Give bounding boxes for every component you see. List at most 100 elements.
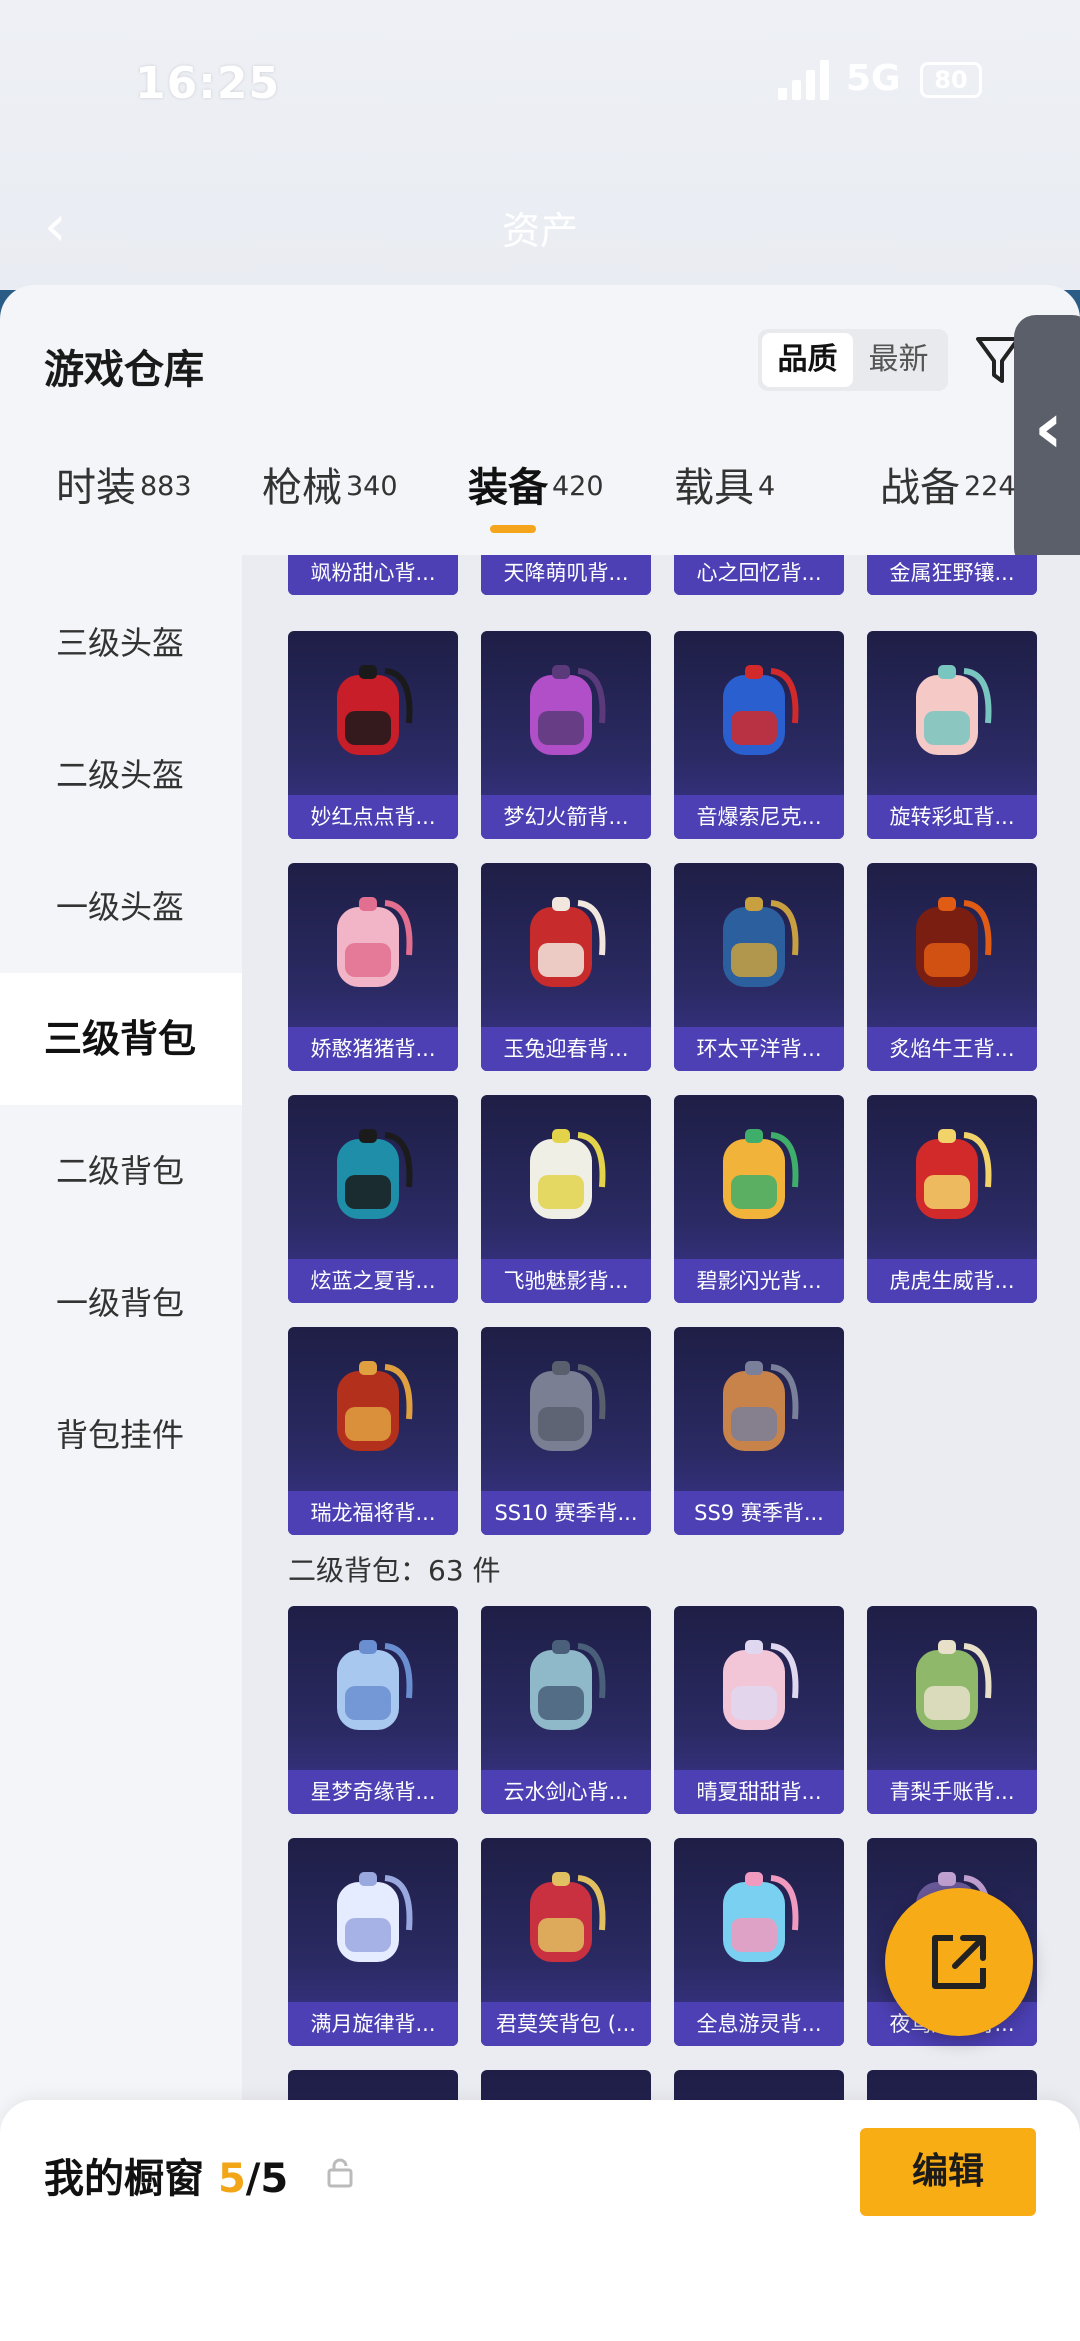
lock-icon[interactable]	[326, 2158, 354, 2188]
item-card[interactable]: 炫蓝之夏背...	[288, 1095, 458, 1303]
backpack-icon	[723, 897, 799, 987]
item-card[interactable]: 玉兔迎春背...	[481, 863, 651, 1071]
status-time: 16:25	[135, 58, 281, 109]
item-name: SS9 赛季背...	[674, 1491, 844, 1535]
item-name: 满月旋律背...	[288, 2002, 458, 2046]
tab-guns[interactable]: 枪械 340	[262, 455, 398, 545]
item-card[interactable]: 虎虎生威背...	[867, 1095, 1037, 1303]
showcase-bar: 我的橱窗 5/5 编辑	[0, 2100, 1080, 2341]
backpack-icon	[530, 1361, 606, 1451]
active-tab-indicator	[490, 525, 536, 533]
item-name: 飞驰魅影背...	[481, 1259, 651, 1303]
backpack-icon	[723, 1872, 799, 1962]
item-card[interactable]: 心之回忆背...	[674, 555, 844, 595]
item-grid: 二级背包：63 件 飒粉甜心背... 天降萌叽背... 心之回忆背... 金属狂野镶.…	[242, 555, 1080, 2335]
tab-label: 装备	[468, 465, 548, 511]
sidebar-item-backpack-1[interactable]: 一级背包	[0, 1237, 242, 1369]
sheet-title: 游戏仓库	[44, 347, 204, 393]
item-name: 音爆索尼克...	[674, 795, 844, 839]
top-nav: ‹ 资产	[0, 180, 1080, 270]
item-card[interactable]: 云水剑心背...	[481, 1606, 651, 1814]
backpack-icon	[337, 1640, 413, 1730]
sort-toggle[interactable]: 品质 最新	[758, 329, 948, 391]
tab-vehicles[interactable]: 载具 4	[674, 455, 775, 545]
item-name: 梦幻火箭背...	[481, 795, 651, 839]
item-card[interactable]: 环太平洋背...	[674, 863, 844, 1071]
item-name: 青梨手账背...	[867, 1770, 1037, 1814]
section-label: 二级背包：63 件	[288, 1554, 501, 1587]
tab-count: 420	[552, 470, 604, 502]
sidebar: 三级头盔 二级头盔 一级头盔 三级背包 二级背包 一级背包 背包挂件	[0, 555, 242, 2341]
showcase-label: 我的橱窗	[44, 2156, 204, 2202]
item-card[interactable]: 妙红点点背...	[288, 631, 458, 839]
item-card[interactable]: 飞驰魅影背...	[481, 1095, 651, 1303]
item-card[interactable]: 晴夏甜甜背...	[674, 1606, 844, 1814]
tab-fashion[interactable]: 时装 883	[56, 455, 192, 545]
item-card[interactable]: 金属狂野镶...	[867, 555, 1037, 595]
backpack-icon	[337, 1361, 413, 1451]
backpack-icon	[337, 1129, 413, 1219]
item-name: 瑞龙福将背...	[288, 1491, 458, 1535]
item-card[interactable]: 旋转彩虹背...	[867, 631, 1037, 839]
tab-label: 枪械	[262, 465, 342, 511]
item-name: 飒粉甜心背...	[288, 555, 458, 595]
item-card[interactable]: 碧影闪光背...	[674, 1095, 844, 1303]
sidebar-item-helmet-1[interactable]: 一级头盔	[0, 841, 242, 973]
showcase-total-count: /5	[245, 2156, 289, 2202]
item-card[interactable]: 娇憨猪猪背...	[288, 863, 458, 1071]
item-card[interactable]: 炙焰牛王背...	[867, 863, 1037, 1071]
item-name: 碧影闪光背...	[674, 1259, 844, 1303]
share-icon	[932, 1935, 986, 1989]
tab-count: 340	[346, 470, 398, 502]
item-card[interactable]: 飒粉甜心背...	[288, 555, 458, 595]
item-card[interactable]: 星梦奇缘背...	[288, 1606, 458, 1814]
backpack-icon	[337, 665, 413, 755]
item-name: 云水剑心背...	[481, 1770, 651, 1814]
tab-label: 战备	[880, 465, 960, 511]
backpack-icon	[530, 897, 606, 987]
item-name: 星梦奇缘背...	[288, 1770, 458, 1814]
sidebar-item-backpack-2[interactable]: 二级背包	[0, 1105, 242, 1237]
item-card[interactable]: 君莫笑背包 (...	[481, 1838, 651, 2046]
backpack-icon	[337, 897, 413, 987]
item-name: 玉兔迎春背...	[481, 1027, 651, 1071]
item-name: 天降萌叽背...	[481, 555, 651, 595]
item-card[interactable]: 天降萌叽背...	[481, 555, 651, 595]
item-card[interactable]: SS10 赛季背...	[481, 1327, 651, 1535]
item-card[interactable]: 梦幻火箭背...	[481, 631, 651, 839]
sidebar-item-helmet-2[interactable]: 二级头盔	[0, 709, 242, 841]
backpack-icon	[916, 897, 992, 987]
item-card[interactable]: 瑞龙福将背...	[288, 1327, 458, 1535]
backpack-icon	[723, 1640, 799, 1730]
item-card[interactable]: SS9 赛季背...	[674, 1327, 844, 1535]
tab-combat-gear[interactable]: 战备 224	[880, 455, 1016, 545]
item-name: 炙焰牛王背...	[867, 1027, 1037, 1071]
tab-count: 224	[964, 470, 1016, 502]
sidebar-item-backpack-3[interactable]: 三级背包	[0, 973, 242, 1105]
edit-button[interactable]: 编辑	[860, 2128, 1036, 2216]
backpack-icon	[916, 665, 992, 755]
item-card[interactable]: 满月旋律背...	[288, 1838, 458, 2046]
nav-title: 资产	[501, 209, 578, 253]
showcase-title: 我的橱窗 5/5	[44, 2146, 288, 2204]
backpack-icon	[530, 1640, 606, 1730]
sort-latest-button[interactable]: 最新	[853, 333, 944, 387]
battery-icon: 80	[920, 62, 982, 98]
item-name: SS10 赛季背...	[481, 1491, 651, 1535]
sidebar-item-helmet-3[interactable]: 三级头盔	[0, 577, 242, 709]
sidebar-item-backpack-charm[interactable]: 背包挂件	[0, 1369, 242, 1501]
item-card[interactable]: 音爆索尼克...	[674, 631, 844, 839]
backpack-icon	[530, 1129, 606, 1219]
share-button[interactable]	[885, 1888, 1033, 2036]
item-card[interactable]: 全息游灵背...	[674, 1838, 844, 2046]
network-type: 5G	[846, 58, 901, 99]
category-tabs: 时装 883 枪械 340 装备 420 载具 4 战备 224	[0, 455, 1080, 550]
item-card[interactable]: 青梨手账背...	[867, 1606, 1037, 1814]
item-name: 心之回忆背...	[674, 555, 844, 595]
item-name: 全息游灵背...	[674, 2002, 844, 2046]
backpack-icon	[723, 1129, 799, 1219]
sort-quality-button[interactable]: 品质	[762, 333, 853, 387]
backpack-icon	[723, 1361, 799, 1451]
backpack-icon	[337, 1872, 413, 1962]
tab-equipment[interactable]: 装备 420	[468, 455, 604, 545]
